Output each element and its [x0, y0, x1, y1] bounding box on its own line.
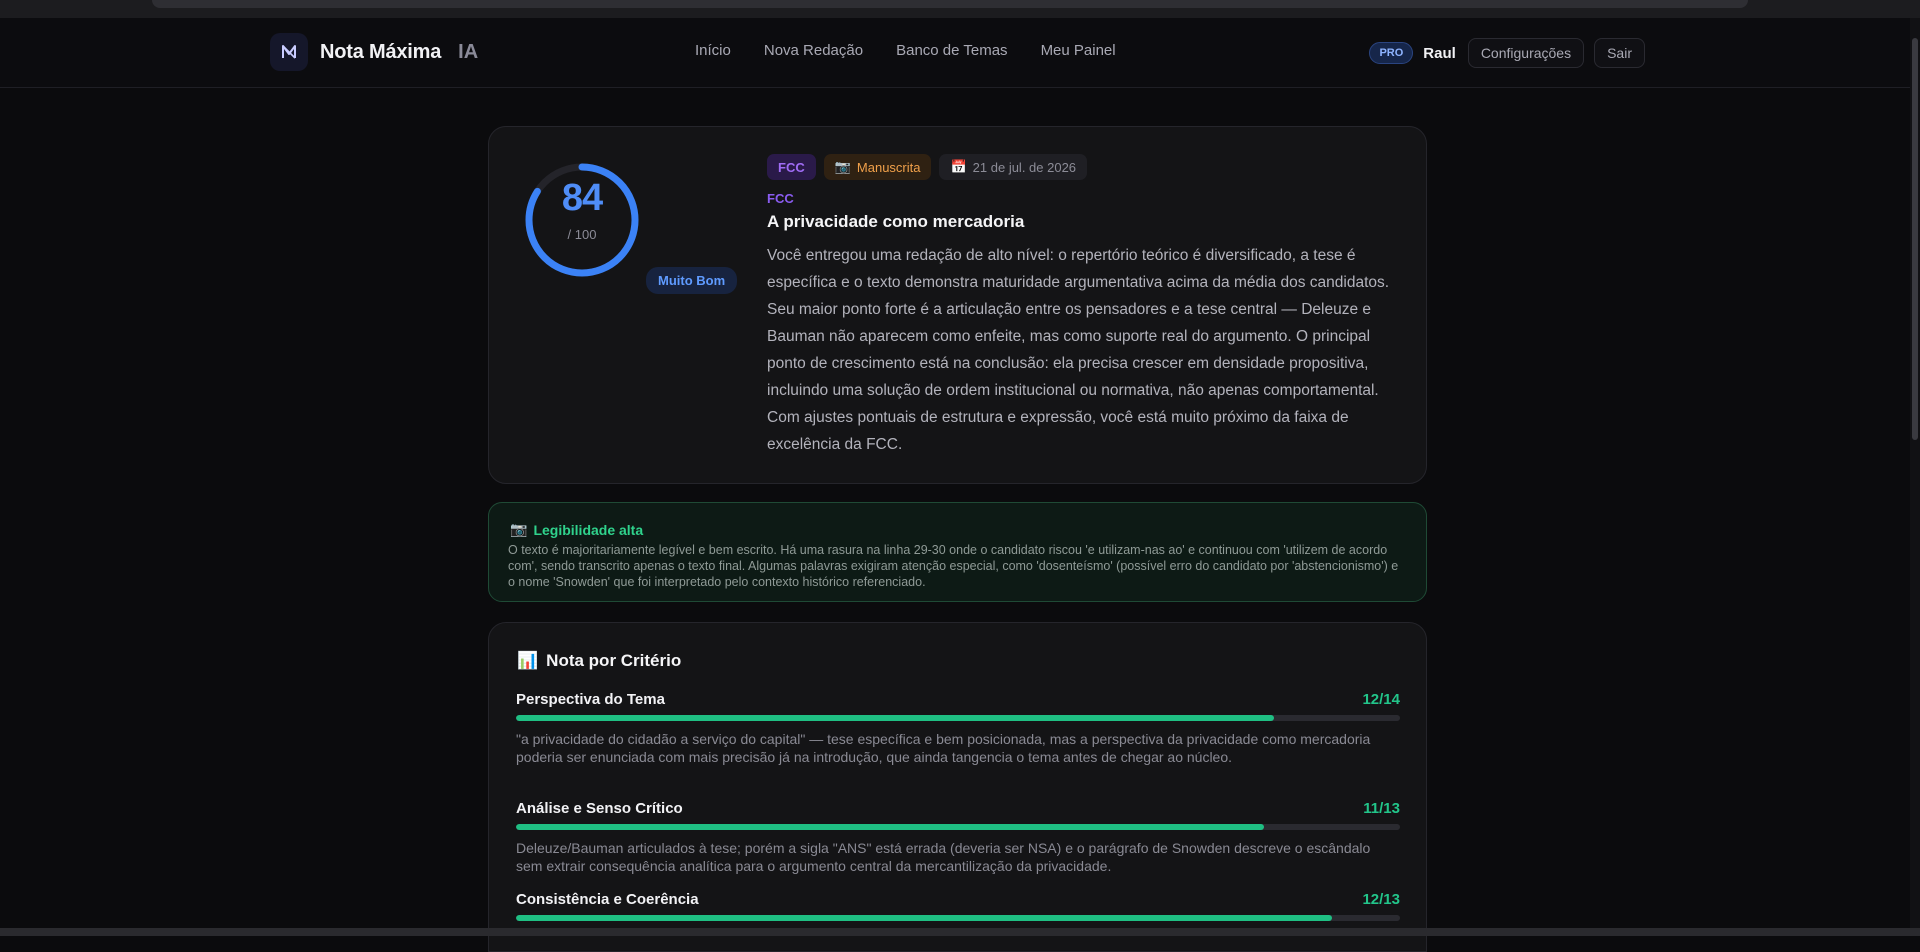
score-rating-badge: Muito Bom: [646, 267, 738, 294]
type-tag: 📷 Manuscrita: [823, 154, 932, 180]
legibility-card: 📷 Legibilidade alta O texto é majoritari…: [488, 502, 1427, 602]
criterion-progress-fill: [516, 824, 1264, 830]
criterion-item: Consistência e Coerência 12/13: [516, 891, 1400, 921]
brand-name: Nota Máxima: [320, 40, 442, 63]
essay-tags: FCC 📷 Manuscrita 📅 21 de jul. de 2026: [767, 154, 1088, 180]
exam-tag: FCC: [767, 154, 816, 180]
legibility-title-label: Legibilidade alta: [533, 521, 644, 538]
criterion-progress-fill: [516, 915, 1332, 921]
criteria-card: 📊 Nota por Critério Perspectiva do Tema …: [488, 622, 1427, 952]
nav-link-banco-de-temas[interactable]: Banco de Temas: [896, 42, 1007, 59]
criterion-name: Análise e Senso Crítico: [516, 800, 683, 817]
brand[interactable]: Nota Máxima IA: [270, 32, 478, 72]
top-navbar: Nota Máxima IA Início Nova Redação Banco …: [0, 18, 1920, 88]
calendar-icon: 📅: [950, 159, 967, 174]
criteria-title-label: Nota por Critério: [546, 651, 682, 670]
criteria-title: 📊 Nota por Critério: [517, 651, 681, 671]
user-area: PRO Raul Configurações Sair: [1369, 38, 1645, 68]
logo-icon: [270, 33, 308, 71]
nav-link-inicio[interactable]: Início: [695, 42, 731, 59]
legibility-title: 📷 Legibilidade alta: [510, 521, 643, 538]
camera-icon: 📷: [510, 521, 528, 537]
criterion-item: Perspectiva do Tema 12/14 "a privacidade…: [516, 691, 1400, 766]
type-tag-label: Manuscrita: [856, 159, 921, 175]
scrollbar-thumb[interactable]: [1912, 38, 1918, 440]
overall-feedback: Você entregou uma redação de alto nível:…: [767, 247, 1390, 453]
bar-chart-icon: 📊: [517, 651, 539, 670]
browser-bottom-bar: [0, 928, 1920, 936]
criterion-score: 11/13: [1363, 800, 1400, 817]
settings-button[interactable]: Configurações: [1467, 38, 1585, 68]
browser-address-bar[interactable]: [152, 0, 1748, 8]
score-value: 84: [561, 177, 603, 219]
criterion-progress-fill: [516, 715, 1274, 721]
criterion-progress-bar: [516, 824, 1400, 830]
exam-label: FCC: [767, 191, 794, 206]
criterion-name: Perspectiva do Tema: [516, 691, 665, 708]
camera-icon: 📷: [834, 159, 851, 174]
logout-button[interactable]: Sair: [1594, 38, 1645, 68]
date-tag: 📅 21 de jul. de 2026: [939, 154, 1088, 180]
criterion-item: Análise e Senso Crítico 11/13 Deleuze/Ba…: [516, 800, 1400, 875]
criterion-name: Consistência e Coerência: [516, 891, 699, 908]
criterion-description: "a privacidade do cidadão a serviço do c…: [516, 731, 1371, 765]
nav-link-nova-redacao[interactable]: Nova Redação: [764, 42, 863, 59]
essay-title: A privacidade como mercadoria: [767, 212, 1025, 231]
brand-suffix: IA: [458, 40, 479, 63]
nav-link-meu-painel[interactable]: Meu Painel: [1041, 42, 1116, 59]
criterion-score: 12/13: [1362, 891, 1400, 908]
browser-chrome: [0, 0, 1920, 18]
pro-badge: PRO: [1369, 42, 1414, 64]
criterion-progress-bar: [516, 715, 1400, 721]
legibility-text: O texto é majoritariamente legível e bem…: [508, 543, 1399, 589]
date-tag-label: 21 de jul. de 2026: [972, 159, 1077, 175]
main-nav: Início Nova Redação Banco de Temas Meu P…: [695, 42, 1149, 59]
page-scrollbar[interactable]: [1910, 18, 1920, 936]
criterion-progress-bar: [516, 915, 1400, 921]
user-name: Raul: [1423, 44, 1456, 62]
criterion-score: 12/14: [1362, 691, 1400, 708]
score-max: / 100: [567, 227, 597, 242]
criterion-description: Deleuze/Bauman articulados à tese; porém…: [516, 840, 1371, 874]
result-card: 84 / 100 Muito Bom FCC 📷 Manuscrita 📅 21…: [488, 126, 1427, 484]
